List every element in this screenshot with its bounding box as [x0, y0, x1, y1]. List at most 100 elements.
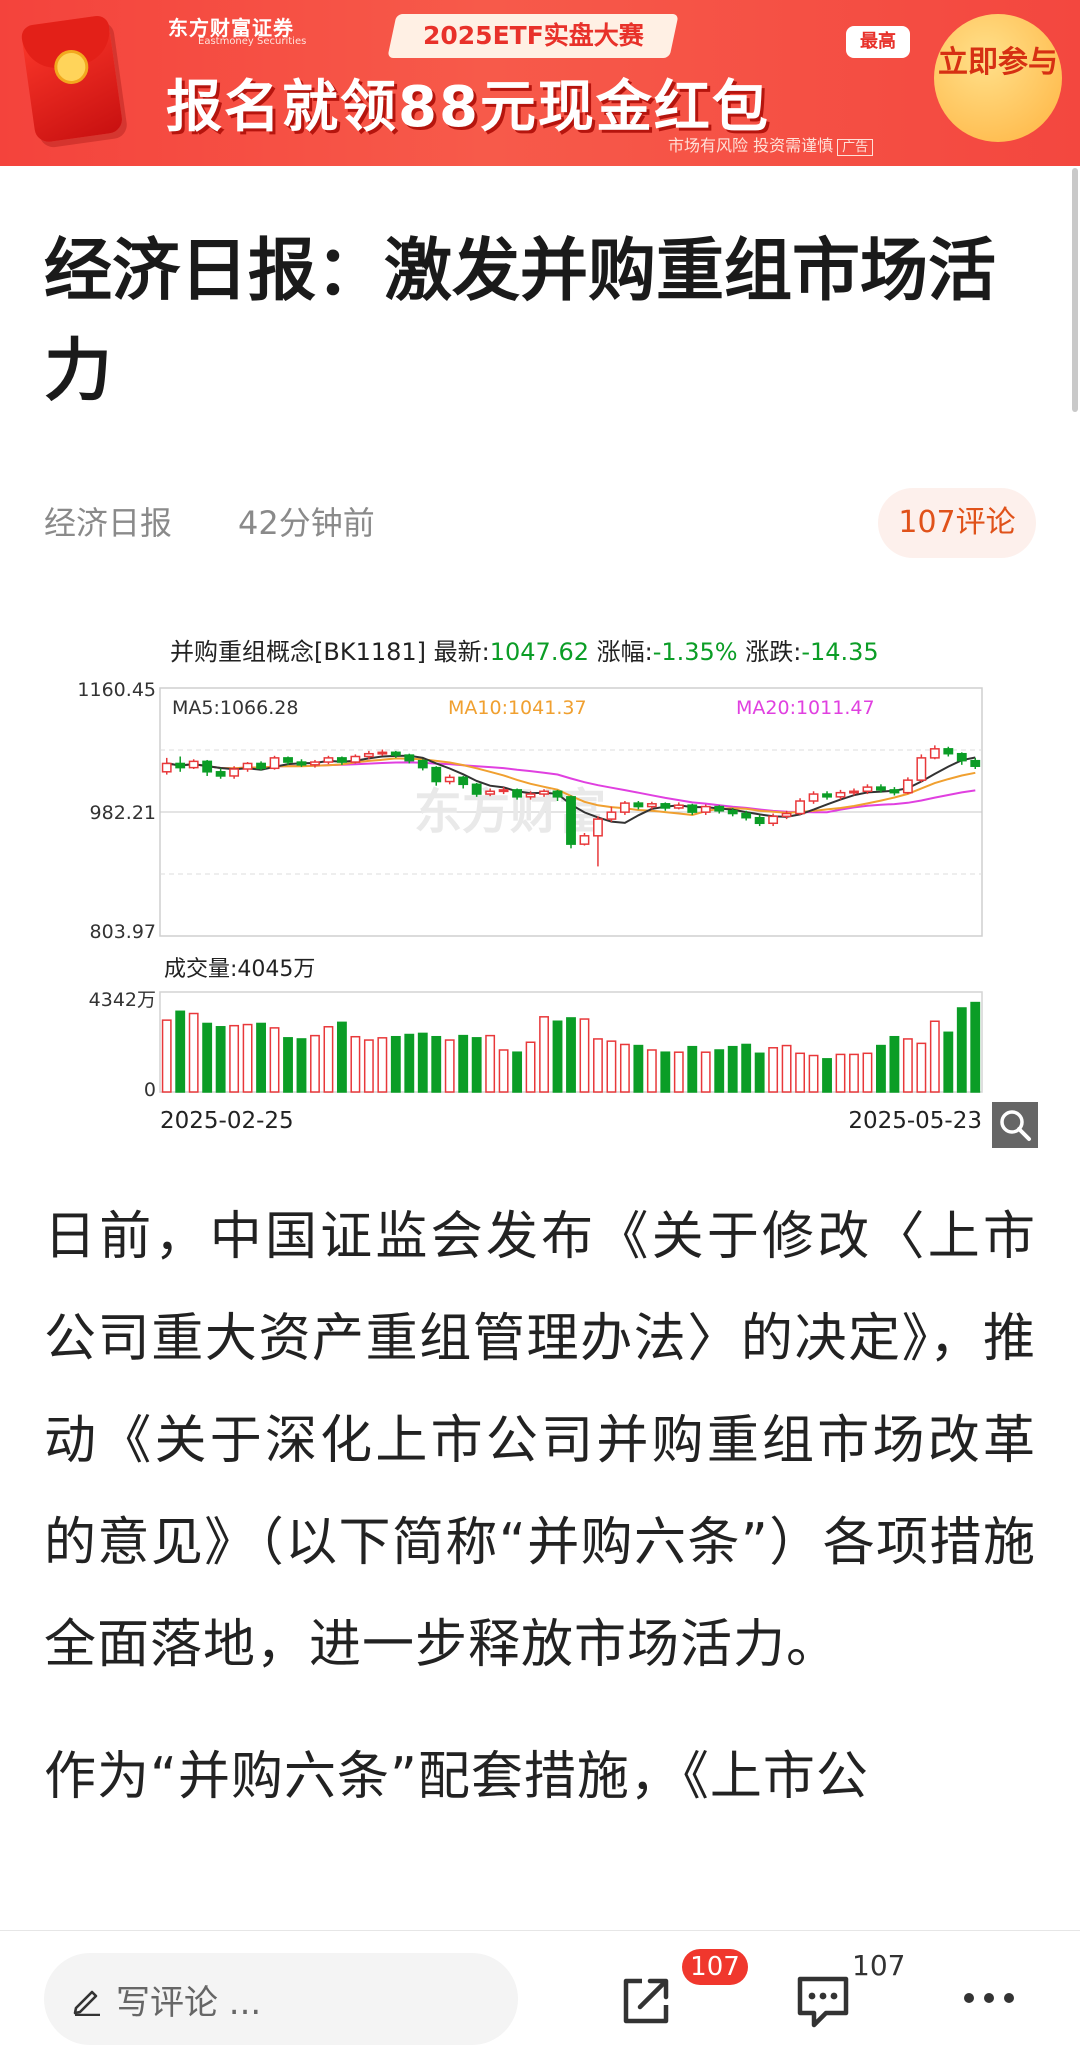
ad-headline: 报名就领88元现金红包 — [166, 75, 770, 140]
candle — [202, 760, 213, 773]
volume-bar — [512, 1051, 523, 1093]
y-tick-label: 982.21 — [90, 802, 156, 824]
ad-risk-notice: 市场有风险 投资需谨慎 广告 — [668, 132, 874, 156]
candle — [929, 748, 940, 759]
candle — [781, 812, 792, 818]
volume-bar — [781, 1044, 792, 1093]
volume-bar — [377, 1037, 388, 1093]
volume-bar — [431, 1035, 442, 1093]
candle — [363, 752, 374, 758]
volume-tick-label: 0 — [144, 1079, 156, 1101]
ma10-label: MA10:1041.37 — [448, 697, 587, 719]
volume-bar — [269, 1027, 280, 1093]
volume-bar — [310, 1034, 320, 1093]
candle — [795, 800, 806, 815]
volume-bar — [296, 1038, 307, 1093]
candle — [269, 757, 280, 770]
volume-bar — [242, 1023, 253, 1093]
search-icon[interactable] — [992, 1102, 1038, 1148]
candle — [242, 762, 253, 770]
candle — [876, 786, 886, 791]
chart-svg: 并购重组概念[BK1181] 最新:1047.62 涨幅:-1.35% 涨跌:-… — [77, 638, 983, 1134]
candle — [417, 759, 428, 769]
candle — [808, 793, 819, 802]
ad-cta-button[interactable]: 立即参与 — [934, 14, 1062, 142]
comments-button[interactable]: 107评论 — [878, 488, 1036, 558]
pen-icon — [73, 1990, 100, 2016]
volume-bar — [835, 1053, 846, 1093]
candle — [660, 803, 671, 809]
candle — [727, 810, 738, 815]
chart-header: 并购重组概念[BK1181] 最新:1047.62 涨幅:-1.35% 涨跌:-… — [170, 638, 879, 666]
more-icon[interactable] — [964, 1983, 1024, 2013]
candle — [889, 789, 900, 794]
volume-bar — [646, 1049, 657, 1093]
volume-bar — [876, 1044, 886, 1093]
candle — [606, 811, 617, 820]
candle — [498, 789, 509, 793]
candle — [646, 803, 657, 808]
volume-label: 成交量:4045万 — [164, 957, 315, 982]
ad-max-tag: 最高 — [846, 26, 910, 58]
x-start-label: 2025-02-25 — [160, 1108, 294, 1134]
candle — [673, 804, 684, 809]
volume-bar — [808, 1054, 819, 1093]
red-envelope-icon — [20, 14, 124, 144]
volume-tick-label: 4342万 — [89, 989, 156, 1011]
candle — [902, 779, 913, 794]
candle — [310, 761, 320, 766]
ad-banner[interactable]: 东方财富证券 Eastmoney Securities 2025ETF实盘大赛 … — [0, 0, 1080, 166]
candle — [336, 757, 347, 763]
article-source[interactable]: 经济日报 — [44, 498, 172, 544]
candle — [485, 790, 496, 795]
candle — [377, 751, 388, 755]
comment-count: 107 — [852, 1949, 906, 1982]
volume-bar — [552, 1020, 563, 1093]
candle — [390, 751, 401, 756]
candle — [471, 783, 482, 795]
volume-bar — [161, 1019, 172, 1093]
candle — [512, 789, 523, 798]
volume-bar — [566, 1017, 576, 1093]
volume-bar — [323, 1026, 334, 1093]
volume-bar — [660, 1051, 671, 1093]
candle — [175, 762, 186, 769]
ma5-label: MA5:1066.28 — [172, 697, 298, 719]
candle — [956, 752, 967, 762]
scrollbar[interactable] — [1072, 168, 1078, 412]
candle — [768, 815, 779, 825]
candle — [552, 790, 563, 798]
y-tick-label: 803.97 — [90, 921, 156, 943]
candle — [943, 748, 954, 755]
volume-bar — [916, 1042, 927, 1093]
candle — [754, 816, 765, 825]
comment-placeholder: 写评论 ... — [116, 1982, 262, 2023]
volume-bar — [929, 1020, 940, 1093]
paragraph: 日前，中国证监会发布《关于修改〈上市公司重大资产重组管理办法〉的决定》，推动《关… — [44, 1207, 1036, 1675]
candle — [444, 776, 455, 783]
volume-bar — [363, 1039, 374, 1093]
share-icon[interactable] — [616, 1971, 676, 2031]
ad-tag: 广告 — [837, 139, 874, 156]
volume-bar — [606, 1040, 617, 1093]
ad-brand-en: Eastmoney Securities — [198, 36, 307, 47]
stock-chart[interactable]: 并购重组概念[BK1181] 最新:1047.62 涨幅:-1.35% 涨跌:-… — [60, 632, 1040, 1152]
volume-bar — [336, 1021, 347, 1093]
volume-bar — [485, 1034, 496, 1093]
candle — [849, 790, 859, 794]
volume-bar — [539, 1016, 549, 1093]
volume-bar — [404, 1033, 415, 1093]
volume-bar — [350, 1035, 361, 1093]
volume-bar — [727, 1045, 738, 1093]
candle — [296, 761, 307, 766]
volume-bar — [902, 1038, 913, 1093]
volume-bar — [673, 1051, 684, 1093]
comment-input[interactable]: 写评论 ... — [44, 1953, 518, 2045]
candle — [404, 754, 415, 762]
candle — [862, 786, 873, 793]
article-body: 日前，中国证监会发布《关于修改〈上市公司重大资产重组管理办法〉的决定》，推动《关… — [44, 1186, 1036, 1858]
volume-bar — [471, 1037, 482, 1093]
comment-icon[interactable] — [792, 1971, 854, 2031]
volume-bar — [943, 1031, 954, 1093]
volume-bar — [202, 1022, 213, 1093]
